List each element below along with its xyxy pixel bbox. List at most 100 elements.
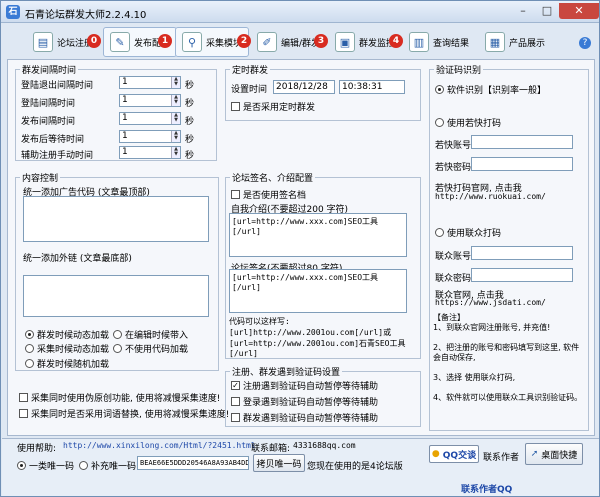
pseudo-original-checkbox[interactable]: 采集同时使用伪原创功能, 使用将减慢采集速度! [19,391,220,404]
radio[interactable] [17,461,26,470]
desktop-shortcut-button[interactable]: ➚ 桌面快捷 [525,443,583,465]
unit-label: 秒 [185,151,195,161]
interval-label: 辅助注册手动时间 [21,151,94,161]
interval-label: 发布后等待时间 [21,135,85,145]
shortcut-label: 桌面快捷 [541,450,578,461]
checkbox[interactable]: ✓ [231,381,240,390]
radio[interactable] [113,344,122,353]
group-title: 注册、群发遇到验证码设置 [232,368,341,378]
signature-hint: 代码可以这样写: [url]http://www.2001ou.com[/url… [229,317,406,358]
tab-products[interactable]: ▦ 产品展示 [479,27,551,57]
author-qq-link[interactable]: 联系作者QQ [461,482,512,495]
radio-lianzhong[interactable]: 使用联众打码 [435,226,501,239]
checkbox[interactable] [19,409,28,418]
radio-primary-code[interactable]: 一类唯一码 [17,459,74,472]
interval-label: 发布间隔时间 [21,117,76,127]
date-value: 2018/12/28 [276,82,328,92]
unit-label: 秒 [185,81,195,91]
spinner-arrows-icon[interactable]: ▲ ▼ [171,131,180,142]
copy-code-button[interactable]: 拷贝唯一码 [253,454,305,472]
radio-supplement-code[interactable]: 补充唯一码 [79,459,136,472]
spinner-arrows-icon[interactable]: ▲ ▼ [171,113,180,124]
post-wait-input[interactable]: 1 ▲ ▼ [119,130,181,143]
lianzhong-user-label: 联众账号 [435,252,472,262]
word-replace-checkbox[interactable]: 采集同时是否采用词语替换, 使用将减慢采集速度! [19,407,229,420]
ad-code-textarea[interactable] [23,196,209,242]
login-captcha-checkbox[interactable]: 登录遇到验证码自动暂停等待辅助 [231,395,378,408]
time-picker[interactable]: 10:38:31 [339,80,405,94]
help-icon[interactable]: ? [579,37,591,49]
use-signature-checkbox[interactable]: 是否使用签名档 [231,188,306,201]
radio-random-load[interactable]: 群发时候随机加载 [25,357,109,370]
register-captcha-checkbox[interactable]: ✓ 注册遇到验证码自动暂停等待辅助 [231,379,378,392]
ruokuai-pass-input[interactable] [471,157,573,171]
spin-value: 1 [122,131,128,141]
login-interval-input[interactable]: 1 ▲ ▼ [119,94,181,107]
unique-code-value: BEAE66E5DDD20546A8A93AB4DD [140,459,249,467]
publish-interval-input[interactable]: 1 ▲ ▼ [119,112,181,125]
radio-load-collect[interactable]: 采集时候动态加载 [25,342,109,355]
group-title: 内容控制 [22,174,59,184]
checkbox[interactable] [231,102,240,111]
radio[interactable] [25,359,34,368]
assist-time-input[interactable]: 1 ▲ ▼ [119,146,181,159]
radio[interactable] [79,461,88,470]
checkbox-label: 注册遇到验证码自动暂停等待辅助 [243,382,379,392]
minimize-icon[interactable]: – [511,3,535,19]
checkbox[interactable] [19,393,28,402]
spin-value: 1 [122,77,128,87]
radio-load-edit[interactable]: 在编辑时候带入 [113,328,188,341]
version-note: 您现在使用的是4论坛版 [307,462,403,472]
outlink-textarea[interactable] [23,275,209,317]
help-label: 使用帮助: [17,444,57,454]
logout-interval-input[interactable]: 1 ▲ ▼ [119,76,181,89]
checkbox[interactable] [231,413,240,422]
ruokuai-user-input[interactable] [471,135,573,149]
publish-captcha-checkbox[interactable]: 群发遇到验证码自动暂停等待辅助 [231,411,378,424]
unique-code-field[interactable]: BEAE66E5DDD20546A8A93AB4DD [137,456,249,470]
spinner-arrows-icon[interactable]: ▲ ▼ [171,95,180,106]
step-badge: 2 [237,34,251,48]
qq-chat-button[interactable]: ● QQ交谈 [429,445,479,463]
lianzhong-user-input[interactable] [471,246,573,260]
radio-label: 在编辑时候带入 [125,331,189,341]
monitor-icon: ▣ [335,32,355,52]
help-link[interactable]: http://www.xinxilong.com/Html/?2451.html [63,441,256,450]
pencil-icon: ✐ [257,32,277,52]
tab-label: 查询结果 [433,38,470,49]
close-icon[interactable]: ✕ [559,3,599,19]
spin-value: 1 [122,147,128,157]
checkbox-label: 群发遇到验证码自动暂停等待辅助 [243,414,379,424]
radio[interactable] [435,85,444,94]
outlink-label: 统一添加外链 (文章最底部) [23,254,132,264]
lianzhong-link[interactable]: https://www.jsdati.com/ [435,298,546,307]
radio-label: 群发时候随机加载 [37,360,110,370]
tab-query-results[interactable]: ▥ 查询结果 [403,27,475,57]
lianzhong-pass-input[interactable] [471,268,573,282]
radio[interactable] [25,344,34,353]
unit-label: 秒 [185,99,195,109]
radio-ruokuai[interactable]: 使用若快打码 [435,116,501,129]
time-value: 10:38:31 [342,82,383,92]
checkbox[interactable] [231,397,240,406]
spinner-arrows-icon[interactable]: ▲ ▼ [171,147,180,158]
radio[interactable] [435,228,444,237]
ruokuai-link[interactable]: http://www.ruokuai.com/ [435,192,546,201]
checkbox[interactable] [231,190,240,199]
date-picker[interactable]: 2018/12/28 [273,80,335,94]
spinner-arrows-icon[interactable]: ▲ ▼ [171,77,180,88]
checkbox-label: 登录遇到验证码自动暂停等待辅助 [243,398,379,408]
radio-load-publish[interactable]: 群发时候动态加载 [25,328,109,341]
radio-soft-recognize[interactable]: 软件识别【识别率一般】 [435,83,546,96]
qq-label: QQ交谈 [442,450,477,461]
radio[interactable] [113,330,122,339]
qq-icon: ● [431,449,440,459]
radio-label: 一类唯一码 [29,462,75,472]
maximize-icon[interactable]: □ [535,3,559,19]
signature-textarea[interactable]: [url=http://www.xxx.com]SEO工具[/url] [229,269,407,313]
radio-no-code[interactable]: 不使用代码加载 [113,342,188,355]
radio[interactable] [435,118,444,127]
intro-textarea[interactable]: [url=http://www.xxx.com]SEO工具[/url] [229,213,407,257]
radio[interactable] [25,330,34,339]
schedule-enable-checkbox[interactable]: 是否采用定时群发 [231,100,315,113]
